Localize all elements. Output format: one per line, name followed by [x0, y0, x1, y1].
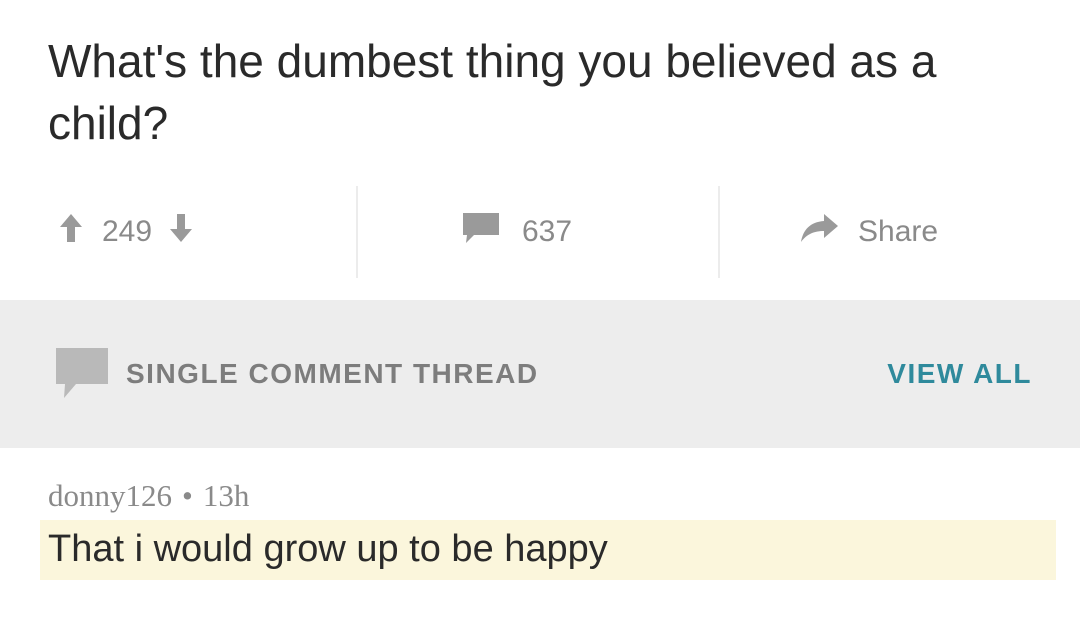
post-title: What's the dumbest thing you believed as… [48, 35, 937, 149]
comments-button[interactable]: 637 [460, 182, 572, 282]
post-action-bar: 249 637 Share [0, 182, 1080, 282]
action-divider [718, 186, 720, 278]
upvote-count: 249 [102, 215, 153, 248]
comment-bubble-icon [460, 211, 502, 253]
single-comment-thread-bar: SINGLE COMMENT THREAD VIEW ALL [0, 300, 1080, 448]
share-arrow-icon [798, 212, 840, 252]
share-button[interactable]: Share [798, 182, 938, 282]
view-all-link[interactable]: VIEW ALL [887, 358, 1032, 390]
comment-count: 637 [522, 215, 573, 248]
thread-label: SINGLE COMMENT THREAD [126, 358, 539, 389]
comment-body: That i would grow up to be happy [48, 528, 608, 570]
comment-age: 13h [202, 478, 250, 513]
downvote-arrow-icon[interactable] [168, 212, 194, 252]
comment-author[interactable]: donny126 [48, 478, 172, 513]
comment-bubble-icon [54, 346, 110, 407]
share-label: Share [858, 215, 939, 248]
comment-meta: donny126 • 13h [48, 478, 249, 514]
vote-group: 249 [58, 182, 194, 282]
meta-separator: • [182, 478, 193, 513]
action-divider [356, 186, 358, 278]
upvote-arrow-icon[interactable] [58, 212, 84, 252]
